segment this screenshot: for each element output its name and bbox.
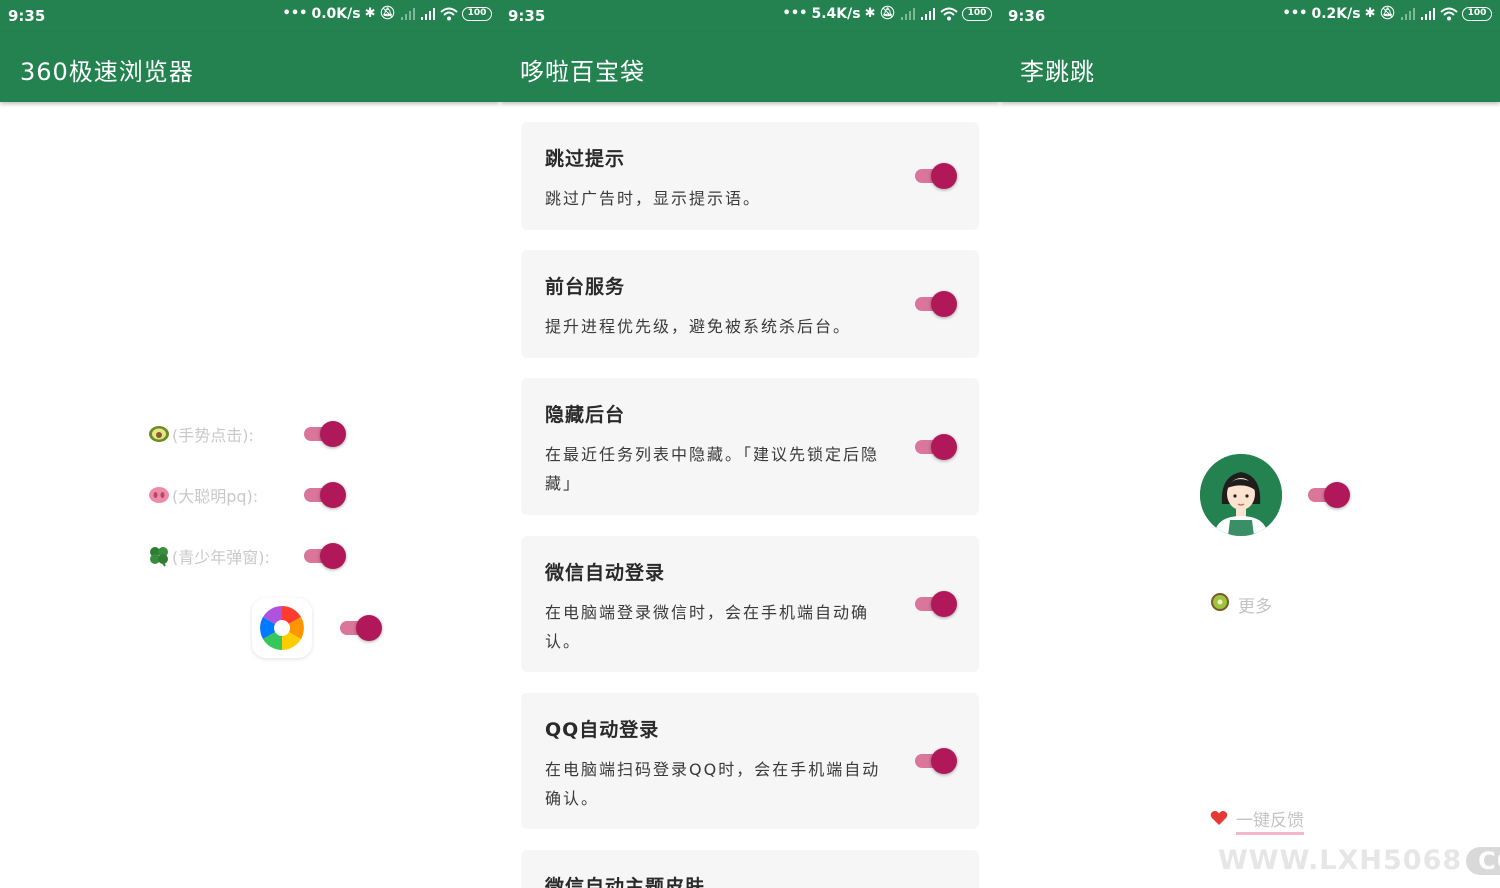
page-title: 李跳跳 [1020,58,1095,86]
battery-icon: 100 [962,7,992,21]
setting-card-wechat-theme[interactable]: 微信自动主题皮肤 [521,850,979,888]
rule-row-gesture: (手势点击): [148,420,254,448]
wifi-icon [440,7,458,21]
toggle-gesture[interactable] [304,420,346,448]
clover-icon [148,545,170,567]
bluetooth-icon: ✱ [364,6,376,21]
card-title: 前台服务 [545,276,626,298]
toggle-hide-recents[interactable] [915,433,957,461]
bluetooth-icon: ✱ [1364,6,1376,21]
network-speed: 5.4K/s [811,6,861,22]
screen-li-tiaotiao: 9:36 ••• 0.2K/s ✱ 🔕︎ 100 李跳跳 更多 一键反馈 WWW… [1000,0,1500,888]
battery-icon: 100 [462,7,492,21]
setting-card-skip-tip[interactable]: 跳过提示 跳过广告时，显示提示语。 [521,122,979,230]
feedback-label: 一键反馈 [1236,806,1304,835]
pig-nose-icon [148,484,170,506]
kiwi-icon [1210,592,1230,617]
card-title: 微信自动主题皮肤 [545,876,706,888]
pinwheel-app-icon [252,598,312,658]
toggle-pq[interactable] [304,481,346,509]
mute-icon: 🔕︎ [879,6,896,21]
dots-icon: ••• [282,6,308,21]
watermark-main: WWW.LXH5068 [1218,845,1463,876]
app-bar: 360极速浏览器 [0,32,500,102]
signal-weak-icon [1401,8,1415,20]
network-speed: 0.0K/s [311,6,361,22]
watermark-suffix: COM [1466,846,1500,875]
card-desc: 提升进程优先级，避免被系统杀后台。 [545,317,852,336]
avocado-icon [148,423,170,445]
battery-icon: 100 [1462,7,1492,21]
toggle-foreground-service[interactable] [915,290,957,318]
card-title: QQ自动登录 [545,719,660,741]
setting-card-hide-recents[interactable]: 隐藏后台 在最近任务列表中隐藏。「建议先锁定后隐藏」 [521,378,979,515]
setting-card-qq-login[interactable]: QQ自动登录 在电脑端扫码登录QQ时，会在手机端自动确认。 [521,693,979,829]
status-bar: 9:35 ••• 5.4K/s ✱ 🔕︎ 100 [500,0,1000,32]
card-title: 跳过提示 [545,148,626,170]
wifi-icon [940,7,958,21]
mute-icon: 🔕︎ [1379,6,1396,21]
toggle-qq-login[interactable] [915,747,957,775]
rule-label: (大聪明pq): [172,487,259,506]
toggle-skip-tip[interactable] [915,162,957,190]
signal-weak-icon [901,8,915,20]
toggle-master[interactable] [1308,481,1350,509]
card-desc: 跳过广告时，显示提示语。 [545,189,762,208]
status-bar: 9:35 ••• 0.0K/s ✱ 🔕︎ 100 [0,0,500,32]
signal-icon [921,8,935,20]
status-icons: ••• 5.4K/s ✱ 🔕︎ 100 [783,6,992,22]
app-bar: 哆啦百宝袋 [500,32,1000,102]
wifi-icon [1440,7,1458,21]
status-icons: ••• 0.2K/s ✱ 🔕︎ 100 [1283,6,1492,22]
setting-card-foreground-service[interactable]: 前台服务 提升进程优先级，避免被系统杀后台。 [521,250,979,358]
status-icons: ••• 0.0K/s ✱ 🔕︎ 100 [283,6,492,22]
status-bar: 9:36 ••• 0.2K/s ✱ 🔕︎ 100 [1000,0,1500,32]
toggle-teen[interactable] [304,542,346,570]
network-speed: 0.2K/s [1311,6,1361,22]
signal-icon [1421,8,1435,20]
rule-row-teen: (青少年弹窗): [148,542,270,570]
screen-doraemon-bag: 9:35 ••• 5.4K/s ✱ 🔕︎ 100 哆啦百宝袋 跳过提示 跳过广告… [500,0,1000,888]
signal-weak-icon [401,8,415,20]
setting-card-wechat-login[interactable]: 微信自动登录 在电脑端登录微信时，会在手机端自动确认。 [521,536,979,672]
signal-icon [421,8,435,20]
bluetooth-icon: ✱ [864,6,876,21]
page-title: 哆啦百宝袋 [520,58,645,86]
card-title: 隐藏后台 [545,404,626,426]
status-time: 9:35 [508,7,546,25]
watermark: WWW.LXH5068 COM [1218,845,1500,876]
heart-icon [1210,810,1228,831]
feedback-link[interactable]: 一键反馈 [1210,806,1304,835]
toggle-app[interactable] [340,614,382,642]
card-desc: 在电脑端登录微信时，会在手机端自动确认。 [545,603,870,651]
rule-row-pq: (大聪明pq): [148,481,258,509]
more-label: 更多 [1238,597,1272,617]
mute-icon: 🔕︎ [379,6,396,21]
rule-label: (青少年弹窗): [172,548,270,567]
app-bar: 李跳跳 [1000,32,1500,102]
status-time: 9:36 [1008,7,1046,25]
more-link[interactable]: 更多 [1210,592,1272,617]
avatar[interactable] [1200,454,1282,536]
dots-icon: ••• [782,6,808,21]
toggle-wechat-login[interactable] [915,590,957,618]
card-title: 微信自动登录 [545,562,666,584]
card-desc: 在电脑端扫码登录QQ时，会在手机端自动确认。 [545,760,881,808]
status-time: 9:35 [8,7,46,25]
page-title: 360极速浏览器 [20,58,194,86]
dots-icon: ••• [1282,6,1308,21]
rule-label: (手势点击): [172,426,254,445]
card-desc: 在最近任务列表中隐藏。「建议先锁定后隐藏」 [545,445,880,493]
screen-360-browser: 9:35 ••• 0.0K/s ✱ 🔕︎ 100 360极速浏览器 (手势点击)… [0,0,500,888]
